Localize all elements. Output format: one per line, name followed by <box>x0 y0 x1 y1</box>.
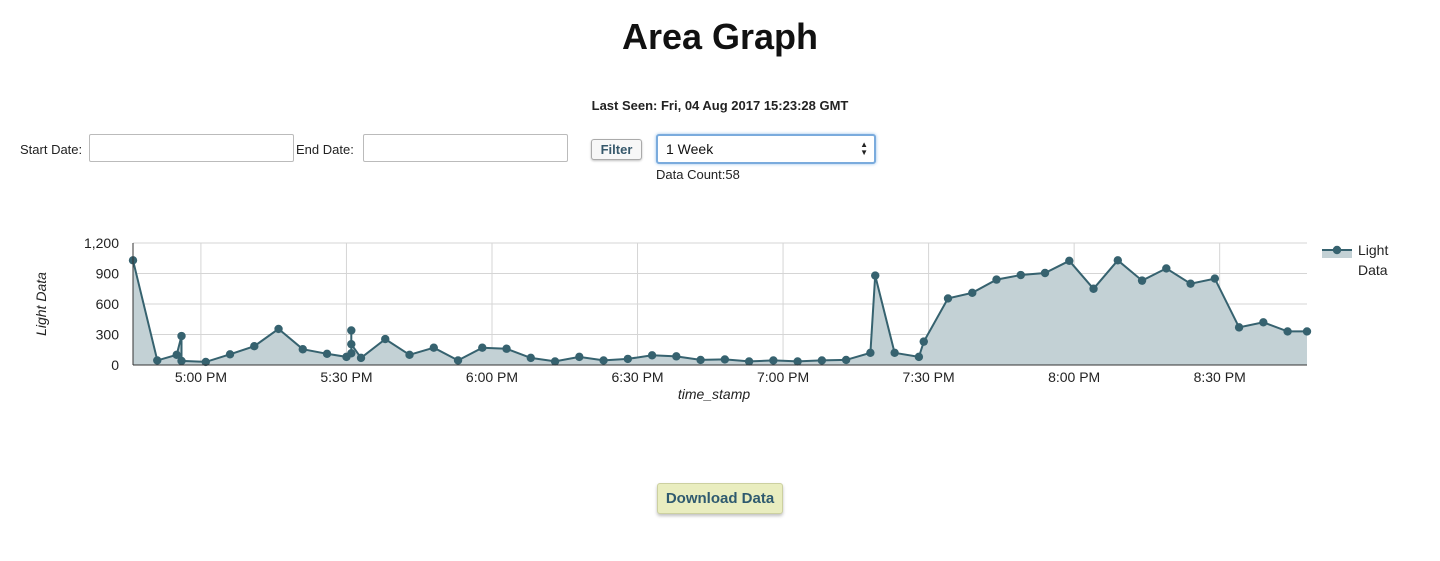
data-point <box>871 271 880 280</box>
data-point <box>866 348 875 357</box>
data-point <box>744 357 754 366</box>
data-point <box>1040 268 1050 278</box>
data-count: Data Count:58 <box>656 167 740 182</box>
legend-marker <box>1332 245 1342 255</box>
data-point <box>599 356 608 365</box>
data-point <box>1016 270 1025 280</box>
legend-label: Light <box>1358 242 1388 258</box>
y-tick-label: 1,200 <box>84 235 119 251</box>
data-point <box>274 324 283 334</box>
data-point <box>250 341 259 351</box>
x-tick-label: 8:00 PM <box>1048 369 1100 385</box>
end-date-input[interactable] <box>363 134 568 162</box>
data-point <box>793 357 802 366</box>
y-tick-label: 0 <box>111 357 119 373</box>
data-point <box>919 337 928 346</box>
data-point <box>1162 264 1171 273</box>
data-point <box>1234 323 1244 332</box>
y-tick-label: 900 <box>96 266 120 282</box>
data-point <box>623 354 633 364</box>
data-point <box>943 294 953 303</box>
data-point <box>992 275 1001 284</box>
data-point <box>841 355 851 365</box>
data-point <box>347 326 356 335</box>
range-select[interactable]: 1 Week ▲ ▼ <box>656 134 876 164</box>
x-tick-label: 7:00 PM <box>757 369 809 385</box>
data-point <box>1137 276 1147 285</box>
range-select-value: 1 Week <box>666 141 714 157</box>
data-point <box>526 353 536 363</box>
data-point <box>347 349 356 358</box>
x-axis-title: time_stamp <box>678 386 751 402</box>
start-date-input[interactable] <box>89 134 294 162</box>
data-point <box>429 343 438 352</box>
data-point <box>1210 274 1220 283</box>
data-point <box>672 352 681 361</box>
data-point <box>225 350 235 359</box>
x-tick-label: 7:30 PM <box>903 369 955 385</box>
data-point <box>453 356 463 365</box>
data-point <box>817 356 827 365</box>
data-point <box>890 348 899 357</box>
select-arrows-icon: ▲ ▼ <box>860 140 868 157</box>
chart-legend: Light Data <box>1322 242 1388 278</box>
x-tick-label: 5:30 PM <box>320 369 372 385</box>
end-date-label: End Date: <box>296 142 354 157</box>
legend-label: Data <box>1358 262 1388 278</box>
data-point <box>696 355 705 365</box>
data-point <box>405 350 414 360</box>
x-tick-label: 5:00 PM <box>175 369 227 385</box>
data-point <box>575 352 584 362</box>
y-axis-title: Light Data <box>33 272 49 336</box>
data-point <box>1113 256 1123 265</box>
y-tick-label: 300 <box>96 327 120 343</box>
data-point <box>914 352 924 362</box>
data-point <box>322 349 332 359</box>
data-point <box>381 334 390 344</box>
data-point <box>647 351 657 360</box>
data-point <box>550 357 560 366</box>
data-point <box>720 355 730 364</box>
data-point <box>347 339 356 349</box>
data-point <box>502 344 511 353</box>
x-tick-label: 6:30 PM <box>611 369 663 385</box>
data-point <box>298 345 307 354</box>
data-point <box>1283 327 1292 336</box>
data-point <box>177 356 186 366</box>
data-point <box>1065 256 1074 265</box>
data-point <box>153 356 162 365</box>
data-point <box>1302 327 1312 336</box>
page-title: Area Graph <box>621 16 819 57</box>
data-point <box>177 331 186 341</box>
filter-button[interactable]: Filter <box>591 139 642 160</box>
data-point <box>968 288 977 298</box>
data-point <box>1259 318 1268 327</box>
data-point <box>769 356 778 365</box>
data-point <box>1186 279 1195 288</box>
data-point <box>478 343 487 352</box>
data-point <box>1089 284 1098 293</box>
x-tick-label: 8:30 PM <box>1194 369 1246 385</box>
last-seen-text: Last Seen: Fri, 04 Aug 2017 15:23:28 GMT <box>591 98 849 113</box>
start-date-label: Start Date: <box>20 142 83 157</box>
y-tick-label: 600 <box>96 296 120 312</box>
x-tick-label: 6:00 PM <box>466 369 518 385</box>
data-point <box>356 353 366 363</box>
download-data-button[interactable]: Download Data <box>657 483 783 514</box>
area-chart: 0 300 600 900 1,200 5:00 PM 5:30 PM 6:00 PM 6:30… <box>33 235 1388 402</box>
series-area-fill <box>133 260 1307 365</box>
